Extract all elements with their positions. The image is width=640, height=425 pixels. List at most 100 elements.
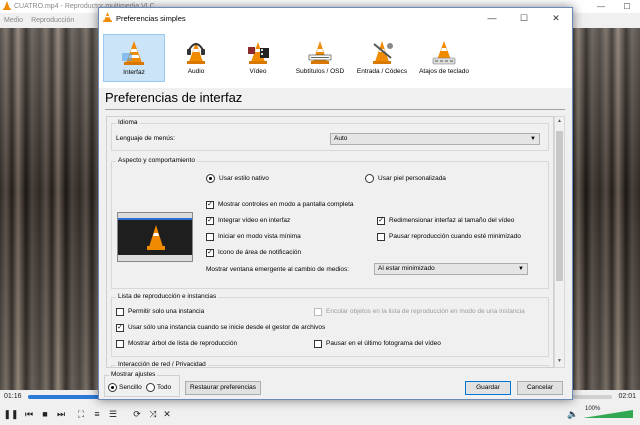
maximize-icon[interactable]: ☐ bbox=[614, 0, 640, 13]
random-icon[interactable]: ⤨ bbox=[146, 407, 160, 421]
speaker-icon[interactable]: 🔈 bbox=[566, 407, 580, 421]
simple-radio[interactable] bbox=[108, 383, 117, 392]
subtitles-cone-icon bbox=[307, 38, 333, 66]
fullscreen-controls-label: Mostrar controles en modo a pantalla com… bbox=[218, 201, 354, 208]
chevron-down-icon: ▼ bbox=[518, 266, 524, 272]
resize-interface-checkbox[interactable]: ✓ bbox=[377, 217, 385, 225]
input-codecs-cone-icon bbox=[369, 38, 395, 66]
show-tree-label: Mostrar árbol de lista de reproducción bbox=[128, 340, 238, 347]
group-title: Idioma bbox=[116, 119, 140, 126]
next-icon[interactable]: ⏭ bbox=[54, 407, 68, 421]
vlc-cone-icon bbox=[3, 1, 11, 12]
vertical-scrollbar[interactable]: ▲ ▼ bbox=[554, 116, 565, 368]
pause-last-frame-label: Pausar en el último fotograma del vídeo bbox=[326, 340, 441, 347]
simple-label: Sencillo bbox=[119, 384, 142, 391]
minimal-view-label: Iniciar en modo vista mínima bbox=[218, 233, 301, 240]
systray-icon-checkbox[interactable]: ✓ bbox=[206, 249, 214, 257]
extended-settings-icon[interactable]: ≡ bbox=[90, 407, 104, 421]
menu-medio[interactable]: Medio bbox=[4, 17, 23, 24]
enqueue-label: Encolar objetos en la lista de reproducc… bbox=[326, 308, 525, 315]
show-settings-group: Mostrar ajustes Sencillo Todo bbox=[104, 371, 180, 397]
tab-label: Interfaz bbox=[123, 69, 145, 76]
select-value: Al estar minimizado bbox=[378, 265, 435, 272]
fullscreen-controls-checkbox[interactable]: ✓ bbox=[206, 201, 214, 209]
group-idioma: Idioma Lenguaje de menús: Auto ▼ bbox=[111, 119, 549, 151]
settings-scroll-area[interactable]: Idioma Lenguaje de menús: Auto ▼ Aspecto … bbox=[106, 116, 554, 368]
minimal-view-checkbox[interactable] bbox=[206, 233, 214, 241]
custom-skin-label: Usar piel personalizada bbox=[378, 175, 446, 182]
all-radio[interactable] bbox=[146, 383, 155, 392]
menu-language-select[interactable]: Auto ▼ bbox=[330, 133, 540, 145]
tab-entrada-codecs[interactable]: Entrada / Códecs bbox=[351, 34, 413, 82]
menu-language-label: Lenguaje de menús: bbox=[116, 135, 175, 142]
minimize-icon[interactable]: — bbox=[588, 0, 614, 13]
systray-icon-label: Icono de área de notificación bbox=[218, 249, 302, 256]
prev-icon[interactable]: ⏮ bbox=[22, 407, 36, 421]
native-style-label: Usar estilo nativo bbox=[219, 175, 269, 182]
pause-last-frame-checkbox[interactable] bbox=[314, 340, 322, 348]
time-elapsed: 01:16 bbox=[4, 393, 22, 400]
popup-select[interactable]: Al estar minimizado ▼ bbox=[374, 263, 528, 275]
show-settings-label: Mostrar ajustes bbox=[109, 371, 158, 378]
cancel-button[interactable]: Cancelar bbox=[517, 381, 563, 395]
scroll-down-icon[interactable]: ▼ bbox=[556, 358, 563, 366]
show-tree-checkbox[interactable] bbox=[116, 340, 124, 348]
tab-interfaz[interactable]: Interfaz bbox=[103, 34, 165, 82]
file-manager-instance-label: Usar sólo una instancia cuando se inicie… bbox=[128, 324, 326, 331]
tab-subtitulos[interactable]: Subtítulos / OSD bbox=[289, 34, 351, 82]
one-instance-label: Permitir solo una instancia bbox=[128, 308, 205, 315]
category-bar: Interfaz Audio Vídeo Subtítulos / OSD En… bbox=[99, 28, 572, 88]
close-icon[interactable]: ✕ bbox=[540, 8, 572, 28]
tab-atajos[interactable]: Atajos de teclado bbox=[413, 34, 475, 82]
vlc-cone-icon bbox=[147, 225, 165, 250]
tab-label: Audio bbox=[187, 68, 205, 75]
group-title: Lista de reproducción e instancias bbox=[116, 293, 219, 300]
pause-minimized-checkbox[interactable] bbox=[377, 233, 385, 241]
tab-label: Vídeo bbox=[249, 68, 267, 75]
group-title: Interacción de red / Privacidad bbox=[116, 361, 208, 368]
save-button[interactable]: Guardar bbox=[465, 381, 511, 395]
file-manager-instance-checkbox[interactable]: ✓ bbox=[116, 324, 124, 332]
maximize-icon[interactable]: ☐ bbox=[508, 8, 540, 28]
one-instance-checkbox[interactable] bbox=[116, 308, 124, 316]
vlc-cone-icon bbox=[103, 12, 112, 24]
tab-label: Atajos de teclado bbox=[419, 68, 469, 75]
hotkeys-cone-icon bbox=[431, 38, 457, 66]
popup-label: Mostrar ventana emergente al cambio de m… bbox=[206, 266, 350, 273]
dialog-titlebar: Preferencias simples — ☐ ✕ bbox=[99, 8, 572, 28]
time-total: 02:01 bbox=[618, 393, 636, 400]
scroll-up-icon[interactable]: ▲ bbox=[556, 118, 563, 126]
integrate-video-checkbox[interactable]: ✓ bbox=[206, 217, 214, 225]
tab-label: Subtítulos / OSD bbox=[295, 68, 345, 75]
tab-audio[interactable]: Audio bbox=[165, 34, 227, 82]
film-cone-icon bbox=[245, 38, 271, 66]
menu-reproduccion[interactable]: Reproducción bbox=[31, 17, 74, 24]
playlist-icon[interactable]: ☰ bbox=[106, 407, 120, 421]
fullscreen-icon[interactable]: ⛶ bbox=[74, 407, 88, 421]
volume-label: 100% bbox=[585, 406, 601, 412]
all-label: Todo bbox=[157, 384, 172, 391]
title-divider bbox=[105, 109, 565, 110]
group-title: Aspecto y comportamiento bbox=[116, 157, 197, 164]
headphones-cone-icon bbox=[183, 38, 209, 66]
minimize-icon[interactable]: — bbox=[476, 8, 508, 28]
tab-video[interactable]: Vídeo bbox=[227, 34, 289, 82]
chevron-down-icon: ▼ bbox=[530, 136, 536, 142]
dialog-footer: Mostrar ajustes Sencillo Todo Restaurar … bbox=[99, 370, 572, 401]
preferences-dialog: Preferencias simples — ☐ ✕ Interfaz Audi… bbox=[98, 7, 573, 400]
reset-preferences-button[interactable]: Restaurar preferencias bbox=[185, 381, 261, 395]
pause-minimized-label: Pausar reproducción cuando esté minimiza… bbox=[389, 233, 521, 240]
volume-slider[interactable]: 100% bbox=[583, 406, 633, 418]
group-network: Interacción de red / Privacidad bbox=[111, 361, 549, 367]
interface-cone-icon bbox=[121, 39, 147, 67]
custom-skin-radio[interactable] bbox=[365, 174, 374, 183]
play-pause-icon[interactable]: ❚❚ bbox=[3, 407, 18, 421]
stop-icon[interactable]: ■ bbox=[38, 407, 52, 421]
resize-interface-label: Redimensionar interfaz al tamaño del víd… bbox=[389, 217, 515, 224]
loop-icon[interactable]: ⟳ bbox=[130, 407, 144, 421]
dialog-title: Preferencias simples bbox=[116, 13, 186, 23]
scroll-thumb[interactable] bbox=[556, 131, 563, 281]
shuffle-icon[interactable]: ✕ bbox=[160, 407, 174, 421]
native-style-radio[interactable] bbox=[206, 174, 215, 183]
playback-controls: ❚❚ ⏮ ■ ⏭ ⛶ ≡ ☰ ⟳ ⤨ ✕ 🔈 100% bbox=[0, 404, 640, 425]
